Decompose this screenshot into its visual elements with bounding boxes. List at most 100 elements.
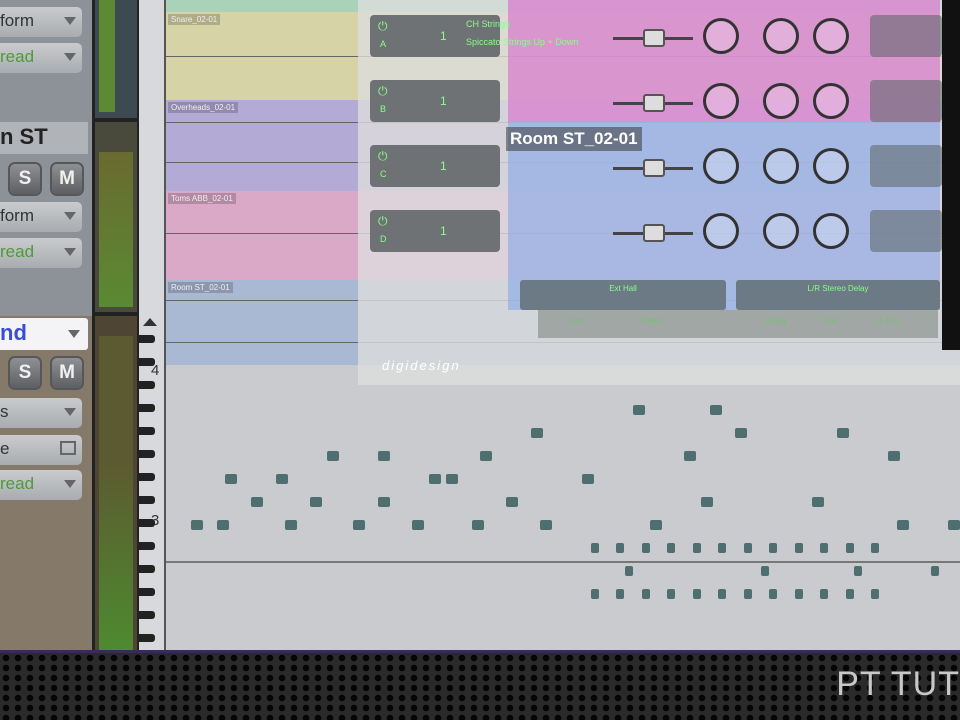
output-panel[interactable] bbox=[870, 80, 942, 122]
clip-name[interactable]: Room ST_02-01 bbox=[168, 282, 233, 293]
view-selector[interactable]: s bbox=[0, 398, 82, 428]
midi-note[interactable] bbox=[250, 497, 263, 507]
midi-note[interactable] bbox=[216, 520, 229, 530]
black-key[interactable] bbox=[139, 358, 155, 366]
output-panel[interactable] bbox=[870, 145, 942, 187]
solo-button[interactable]: S bbox=[10, 164, 40, 194]
instrument-slot[interactable]: ⏻ A 1 CH Strings Spiccato Strings Up + D… bbox=[370, 15, 578, 57]
midi-note[interactable] bbox=[735, 428, 747, 438]
mute-button[interactable]: M bbox=[52, 164, 82, 194]
midi-note[interactable] bbox=[718, 543, 726, 553]
knob[interactable] bbox=[763, 18, 799, 54]
black-key[interactable] bbox=[139, 634, 155, 642]
midi-note[interactable] bbox=[191, 520, 203, 530]
midi-note[interactable] bbox=[531, 428, 543, 438]
instrument-slot[interactable]: ⏻ D 1 bbox=[370, 210, 500, 252]
midi-note[interactable] bbox=[820, 543, 828, 553]
view-selector[interactable]: form bbox=[0, 202, 82, 232]
piano-keyboard[interactable]: 4 3 bbox=[139, 0, 166, 650]
midi-note[interactable] bbox=[505, 497, 518, 507]
midi-note[interactable] bbox=[276, 474, 288, 484]
knob[interactable] bbox=[763, 148, 799, 184]
midi-note[interactable] bbox=[429, 474, 441, 484]
knob[interactable] bbox=[703, 148, 739, 184]
output-panel[interactable] bbox=[870, 15, 942, 57]
knob[interactable] bbox=[703, 213, 739, 249]
black-key[interactable] bbox=[139, 588, 155, 596]
black-key[interactable] bbox=[139, 611, 155, 619]
midi-note[interactable] bbox=[471, 520, 484, 530]
output-panel[interactable] bbox=[870, 210, 942, 252]
solo-button[interactable]: S bbox=[10, 358, 40, 388]
midi-note[interactable] bbox=[616, 543, 624, 553]
midi-note[interactable] bbox=[633, 405, 645, 415]
midi-note[interactable] bbox=[769, 589, 777, 599]
power-icon[interactable]: ⏻ bbox=[378, 19, 388, 34]
mute-button[interactable]: M bbox=[52, 358, 82, 388]
midi-note[interactable] bbox=[225, 474, 237, 484]
black-key[interactable] bbox=[139, 381, 155, 389]
instrument-slot[interactable]: ⏻ C 1 bbox=[370, 145, 500, 187]
midi-note[interactable] bbox=[378, 497, 390, 507]
midi-note[interactable] bbox=[327, 451, 339, 461]
knob[interactable] bbox=[813, 18, 849, 54]
midi-note[interactable] bbox=[667, 543, 675, 553]
scroll-up-icon[interactable] bbox=[143, 318, 157, 326]
midi-note[interactable] bbox=[684, 451, 696, 461]
clip-name[interactable]: Overheads_02-01 bbox=[168, 102, 239, 113]
midi-note[interactable] bbox=[590, 589, 599, 599]
midi-note[interactable] bbox=[446, 474, 458, 484]
midi-note[interactable] bbox=[641, 543, 650, 553]
midi-note[interactable] bbox=[709, 405, 722, 415]
midi-note[interactable] bbox=[284, 520, 297, 530]
midi-note[interactable] bbox=[811, 497, 824, 507]
midi-note[interactable] bbox=[871, 589, 879, 599]
midi-note[interactable] bbox=[641, 589, 650, 599]
knob[interactable] bbox=[703, 18, 739, 54]
track-name[interactable]: n ST bbox=[0, 122, 88, 154]
black-key[interactable] bbox=[139, 496, 155, 504]
knob[interactable] bbox=[763, 213, 799, 249]
clip-name[interactable]: Snare_02-01 bbox=[168, 14, 221, 25]
midi-note[interactable] bbox=[794, 543, 803, 553]
midi-note[interactable] bbox=[896, 520, 909, 530]
view-selector[interactable]: form bbox=[0, 7, 82, 37]
patch-selector[interactable]: e bbox=[0, 435, 82, 465]
midi-note[interactable] bbox=[947, 520, 960, 530]
black-key[interactable] bbox=[139, 542, 155, 550]
midi-note[interactable] bbox=[854, 566, 862, 576]
midi-note[interactable] bbox=[582, 474, 594, 484]
midi-note[interactable] bbox=[743, 543, 752, 553]
black-key[interactable] bbox=[139, 450, 155, 458]
knob[interactable] bbox=[703, 83, 739, 119]
midi-note[interactable] bbox=[837, 428, 849, 438]
slider-handle[interactable] bbox=[643, 94, 665, 112]
midi-note[interactable] bbox=[845, 543, 854, 553]
clip-name[interactable]: Toms ABB_02-01 bbox=[168, 193, 236, 204]
slider-handle[interactable] bbox=[643, 159, 665, 177]
automation-selector[interactable]: read bbox=[0, 238, 82, 268]
midi-note[interactable] bbox=[616, 589, 624, 599]
midi-note[interactable] bbox=[624, 566, 633, 576]
midi-note[interactable] bbox=[718, 589, 726, 599]
track-name[interactable]: nd bbox=[0, 318, 88, 350]
knob[interactable] bbox=[763, 83, 799, 119]
midi-note[interactable] bbox=[480, 451, 492, 461]
midi-note[interactable] bbox=[820, 589, 828, 599]
automation-selector[interactable]: read bbox=[0, 470, 82, 500]
midi-note[interactable] bbox=[871, 543, 879, 553]
power-icon[interactable]: ⏻ bbox=[378, 149, 388, 164]
knob[interactable] bbox=[813, 83, 849, 119]
midi-note[interactable] bbox=[352, 520, 365, 530]
midi-note[interactable] bbox=[412, 520, 424, 530]
black-key[interactable] bbox=[139, 404, 155, 412]
knob[interactable] bbox=[813, 148, 849, 184]
black-key[interactable] bbox=[139, 473, 155, 481]
slider-handle[interactable] bbox=[643, 29, 665, 47]
power-icon[interactable]: ⏻ bbox=[378, 84, 388, 99]
instrument-slot[interactable]: ⏻ B 1 bbox=[370, 80, 500, 122]
midi-note[interactable] bbox=[650, 520, 662, 530]
automation-selector[interactable]: read bbox=[0, 43, 82, 73]
knob[interactable] bbox=[813, 213, 849, 249]
midi-note[interactable] bbox=[539, 520, 552, 530]
